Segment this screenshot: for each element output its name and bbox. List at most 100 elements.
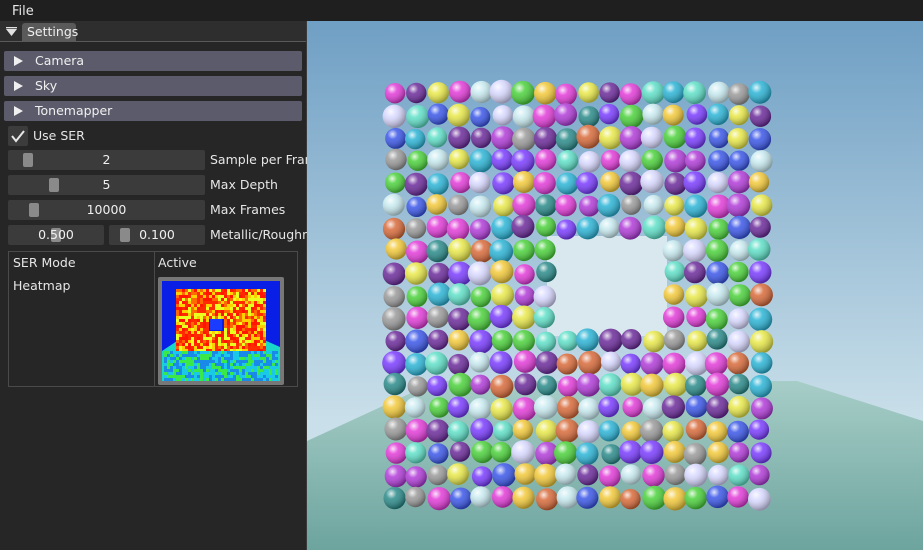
collapse-arrow-icon[interactable] — [4, 24, 19, 39]
samples-slider[interactable]: 2 — [8, 150, 205, 170]
sphere-highlight — [620, 353, 641, 374]
heat-cell — [224, 319, 227, 322]
heat-cell — [200, 375, 203, 378]
heat-cell — [236, 337, 239, 340]
heat-cell — [203, 360, 206, 363]
heat-cell — [257, 310, 260, 313]
heat-cell — [191, 366, 194, 369]
heat-cell — [260, 331, 263, 334]
max-depth-slider[interactable]: 5 — [8, 175, 205, 195]
heat-cell — [203, 354, 206, 357]
heat-cell — [221, 346, 224, 349]
heat-cell — [254, 351, 257, 354]
sphere-highlight — [535, 331, 557, 352]
sphere-highlight — [598, 373, 622, 397]
render-viewport[interactable] — [307, 21, 923, 550]
heat-cell — [233, 357, 236, 360]
heat-cell — [221, 351, 224, 354]
heat-cell — [245, 375, 248, 378]
heat-cell — [257, 325, 260, 328]
sphere-highlight — [448, 194, 469, 216]
heat-cell — [248, 372, 251, 375]
sphere-highlight — [598, 103, 620, 125]
heat-cell — [248, 331, 251, 334]
use-ser-checkbox[interactable] — [8, 126, 28, 146]
sphere-highlight — [641, 81, 665, 105]
sphere-highlight — [640, 169, 664, 194]
heatmap-thumbnail[interactable] — [158, 277, 284, 385]
heat-cell — [164, 372, 167, 375]
heat-cell — [254, 354, 257, 357]
heat-cell — [209, 346, 212, 349]
sphere-highlight — [406, 286, 428, 307]
heat-cell — [179, 319, 182, 322]
max-frames-slider[interactable]: 10000 — [8, 200, 205, 220]
tonemapper-header[interactable]: Tonemapper — [4, 101, 302, 121]
heat-cell — [266, 351, 269, 354]
heat-cell — [263, 316, 266, 319]
sphere-highlight — [469, 351, 490, 373]
heat-cell — [272, 354, 275, 357]
heat-cell — [260, 378, 263, 381]
heatmap-option[interactable]: Heatmap — [13, 278, 70, 293]
heat-cell — [179, 337, 182, 340]
tab-settings[interactable]: Settings — [22, 23, 78, 41]
heat-cell — [233, 304, 236, 307]
heat-cell — [188, 346, 191, 349]
heat-cell — [275, 369, 278, 372]
heat-cell — [188, 369, 191, 372]
heat-cell — [263, 313, 266, 316]
heat-cell — [242, 298, 245, 301]
sphere-highlight — [705, 308, 728, 331]
sphere-highlight — [576, 217, 599, 240]
heat-cell — [260, 346, 263, 349]
heat-cell — [260, 316, 263, 319]
heat-cell — [215, 304, 218, 307]
camera-header[interactable]: Camera — [4, 51, 302, 71]
heat-cell — [194, 331, 197, 334]
heat-cell — [248, 289, 251, 292]
heat-cell — [254, 304, 257, 307]
heat-cell — [239, 351, 242, 354]
heat-cell — [182, 304, 185, 307]
menu-file[interactable]: File — [12, 4, 34, 19]
heat-cell — [176, 369, 179, 372]
sphere-highlight — [619, 126, 644, 150]
metallic-slider[interactable]: 0.500 — [8, 225, 104, 245]
heat-cell — [176, 375, 179, 378]
sky-header[interactable]: Sky — [4, 76, 302, 96]
heat-cell — [260, 343, 263, 346]
heat-cell — [227, 313, 230, 316]
heat-cell — [212, 304, 215, 307]
sphere-highlight — [490, 283, 515, 307]
heat-cell — [248, 343, 251, 346]
heat-cell — [164, 354, 167, 357]
sphere-highlight — [750, 150, 773, 173]
roughness-slider[interactable]: 0.100 — [109, 225, 205, 245]
heat-cell — [182, 369, 185, 372]
heat-cell — [191, 334, 194, 337]
heat-cell — [224, 331, 227, 334]
heat-cell — [254, 375, 257, 378]
heat-cell — [233, 319, 236, 322]
heat-cell — [221, 372, 224, 375]
sphere-highlight — [382, 262, 406, 286]
sphere-highlight — [426, 419, 450, 443]
heat-cell — [221, 313, 224, 316]
heat-cell — [242, 328, 245, 331]
sphere-highlight — [578, 397, 600, 420]
heat-cell — [182, 292, 185, 295]
heat-cell — [194, 295, 197, 298]
heat-cell — [188, 325, 191, 328]
heat-cell — [194, 346, 197, 349]
heat-cell — [182, 357, 185, 360]
heat-cell — [194, 354, 197, 357]
heat-cell — [251, 378, 254, 381]
heat-cell — [251, 357, 254, 360]
heat-cell — [248, 340, 251, 343]
heat-cell — [254, 331, 257, 334]
heat-cell — [272, 372, 275, 375]
heat-cell — [167, 375, 170, 378]
sphere-highlight — [448, 283, 471, 306]
heat-cell — [251, 316, 254, 319]
